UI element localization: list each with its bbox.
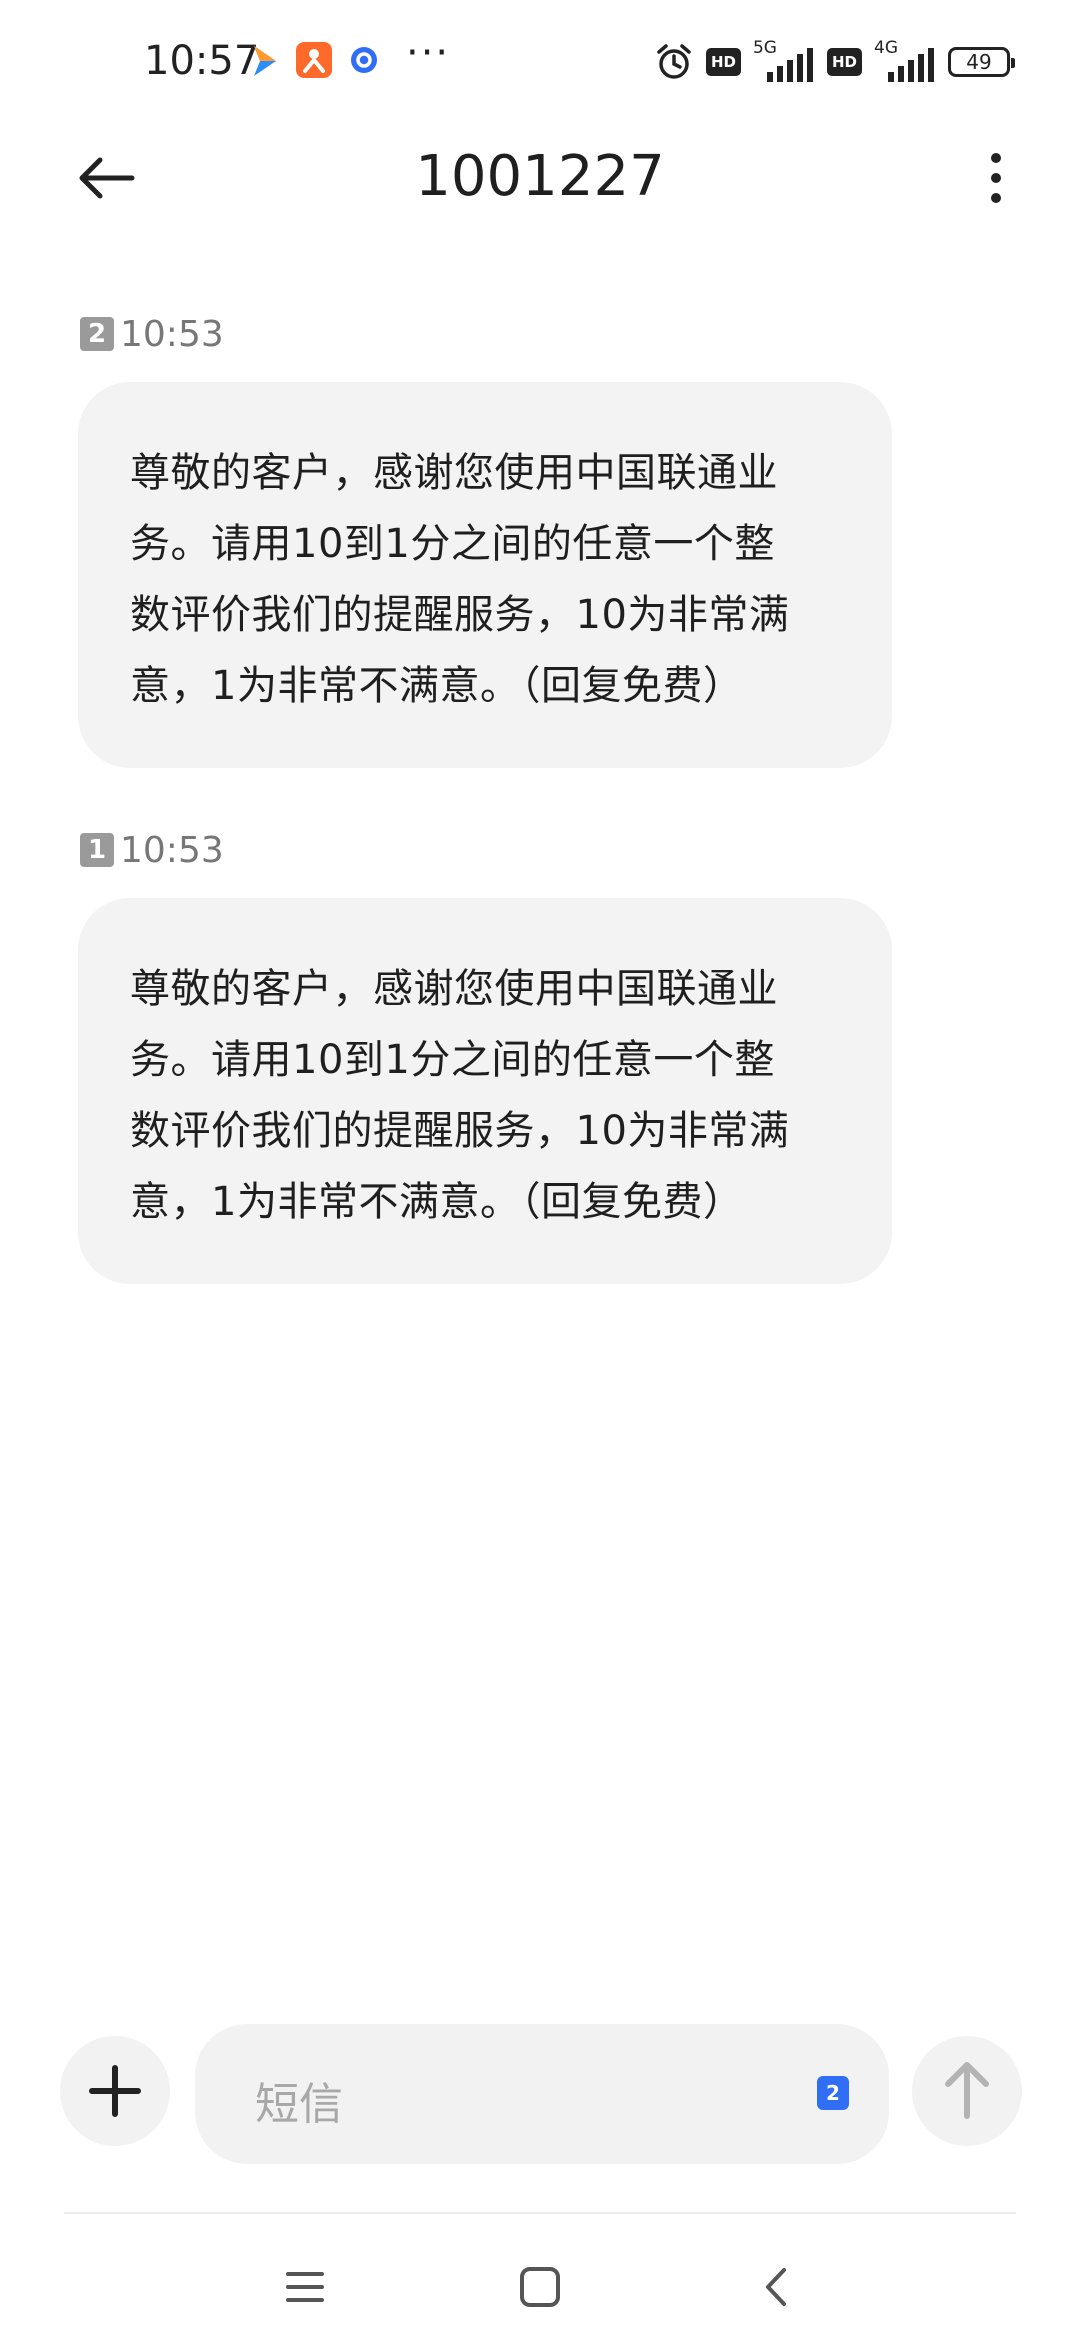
nav-home-button[interactable] xyxy=(505,2252,575,2322)
more-notifications: ··· xyxy=(406,30,451,76)
back-icon xyxy=(766,2268,786,2306)
sim-badge: 1 xyxy=(80,833,114,867)
status-bar: 10:57 ··· HD 5G HD 4G 49 xyxy=(0,0,1080,128)
status-time: 10:57 xyxy=(144,38,260,84)
arrow-up-icon xyxy=(945,2062,989,2119)
attach-button[interactable] xyxy=(60,2036,170,2146)
more-options-button[interactable] xyxy=(976,148,1016,208)
message-text: 尊敬的客户，感谢您使用中国联通业 务。请用10到1分之间的任意一个整 数评价我们… xyxy=(130,438,842,722)
message-line: 意，1为非常不满意。（回复免费） xyxy=(130,1179,744,1225)
status-indicators: HD 5G HD 4G 49 xyxy=(654,38,1015,84)
message-line: 尊敬的客户，感谢您使用中国联通业 xyxy=(130,450,778,496)
battery-level: 49 xyxy=(966,50,992,74)
more-vertical-icon xyxy=(991,153,1001,203)
menu-icon xyxy=(286,2272,324,2302)
message-line: 务。请用10到1分之间的任意一个整 xyxy=(130,1037,775,1083)
home-icon xyxy=(520,2267,560,2307)
message-line: 务。请用10到1分之间的任意一个整 xyxy=(130,521,775,567)
message-meta: 1 10:53 xyxy=(80,829,224,871)
nav-divider xyxy=(64,2212,1016,2214)
plus-icon xyxy=(89,2065,141,2117)
hd-badge-2: HD xyxy=(826,48,862,76)
message-input[interactable]: 短信 2 xyxy=(195,2024,889,2164)
message-time: 10:53 xyxy=(120,313,224,355)
message-bubble[interactable]: 尊敬的客户，感谢您使用中国联通业 务。请用10到1分之间的任意一个整 数评价我们… xyxy=(78,898,892,1284)
arrow-app-icon xyxy=(254,46,276,76)
signal-icon-1: 5G xyxy=(753,38,815,84)
orange-app-icon xyxy=(296,42,332,78)
message-line: 尊敬的客户，感谢您使用中国联通业 xyxy=(130,966,778,1012)
message-bubble[interactable]: 尊敬的客户，感谢您使用中国联通业 务。请用10到1分之间的任意一个整 数评价我们… xyxy=(78,382,892,768)
battery-icon: 49 xyxy=(948,47,1015,77)
message-time: 10:53 xyxy=(120,829,224,871)
conversation-header: 1001227 xyxy=(0,128,1080,228)
sim-badge: 2 xyxy=(80,317,114,351)
alarm-icon xyxy=(657,44,691,79)
send-button[interactable] xyxy=(912,2036,1022,2146)
message-text: 尊敬的客户，感谢您使用中国联通业 务。请用10到1分之间的任意一个整 数评价我们… xyxy=(130,954,842,1238)
blue-app-icon xyxy=(351,47,377,73)
input-placeholder: 短信 xyxy=(255,2079,343,2130)
hd-badge-1: HD xyxy=(705,48,741,76)
message-line: 数评价我们的提醒服务，10为非常满 xyxy=(130,592,790,638)
message-line: 数评价我们的提醒服务，10为非常满 xyxy=(130,1108,790,1154)
page-title: 1001227 xyxy=(415,144,665,209)
nav-menu-button[interactable] xyxy=(270,2252,340,2322)
sim-select-button[interactable]: 2 xyxy=(817,2076,849,2110)
message-meta: 2 10:53 xyxy=(80,313,224,355)
signal-icon-2: 4G xyxy=(874,38,936,84)
message-line: 意，1为非常不满意。（回复免费） xyxy=(130,663,744,709)
nav-back-button[interactable] xyxy=(742,2252,812,2322)
